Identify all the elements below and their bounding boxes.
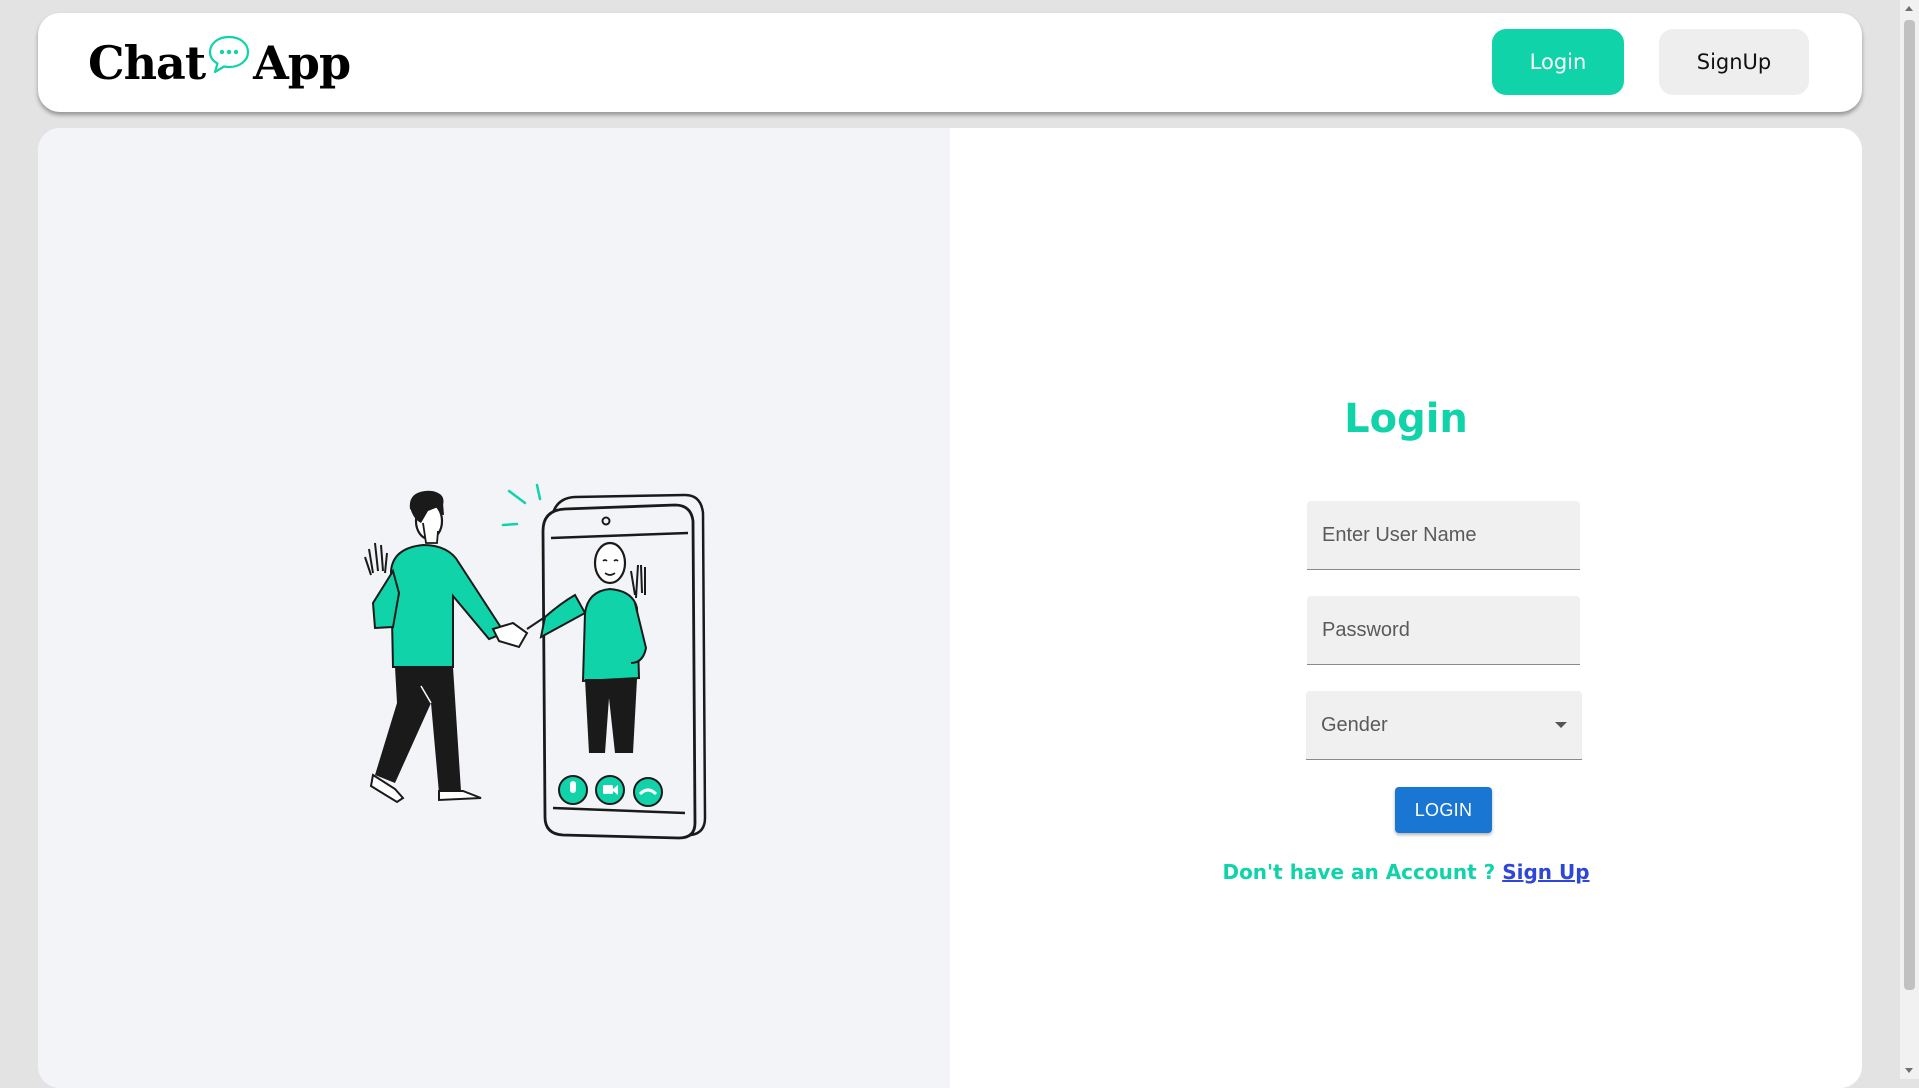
scroll-down-arrow-icon[interactable] xyxy=(1905,1068,1913,1073)
login-pane: Login Gender LOGIN Don't have an Account… xyxy=(950,128,1862,1088)
video-call-handshake-illustration xyxy=(364,483,707,840)
signup-link[interactable]: Sign Up xyxy=(1502,860,1589,884)
vertical-scrollbar[interactable] xyxy=(1900,0,1919,1079)
nav-signup-button[interactable]: SignUp xyxy=(1659,29,1809,95)
username-input[interactable] xyxy=(1307,501,1580,569)
top-navbar: Chat App Login SignUp xyxy=(38,13,1862,112)
scrollbar-thumb[interactable] xyxy=(1904,20,1915,990)
logo-text-app: App xyxy=(253,36,351,90)
dropdown-arrow-icon xyxy=(1555,722,1567,728)
login-submit-button[interactable]: LOGIN xyxy=(1395,787,1492,833)
chat-bubble-icon xyxy=(209,35,250,74)
gender-placeholder: Gender xyxy=(1321,713,1388,736)
nav-login-button[interactable]: Login xyxy=(1492,29,1624,95)
main-card: Login Gender LOGIN Don't have an Account… xyxy=(38,128,1862,1088)
no-account-text: Don't have an Account ? xyxy=(1222,860,1503,884)
gender-select[interactable]: Gender xyxy=(1306,691,1582,760)
login-title: Login xyxy=(1344,396,1468,442)
signup-prompt: Don't have an Account ? Sign Up xyxy=(950,860,1862,884)
scroll-up-arrow-icon[interactable] xyxy=(1905,6,1913,11)
username-field[interactable] xyxy=(1307,501,1580,570)
password-input[interactable] xyxy=(1307,596,1580,664)
illustration-pane xyxy=(38,128,950,1088)
app-logo[interactable]: Chat App xyxy=(88,33,351,93)
password-field[interactable] xyxy=(1307,596,1580,665)
logo-text-chat: Chat xyxy=(88,36,206,90)
